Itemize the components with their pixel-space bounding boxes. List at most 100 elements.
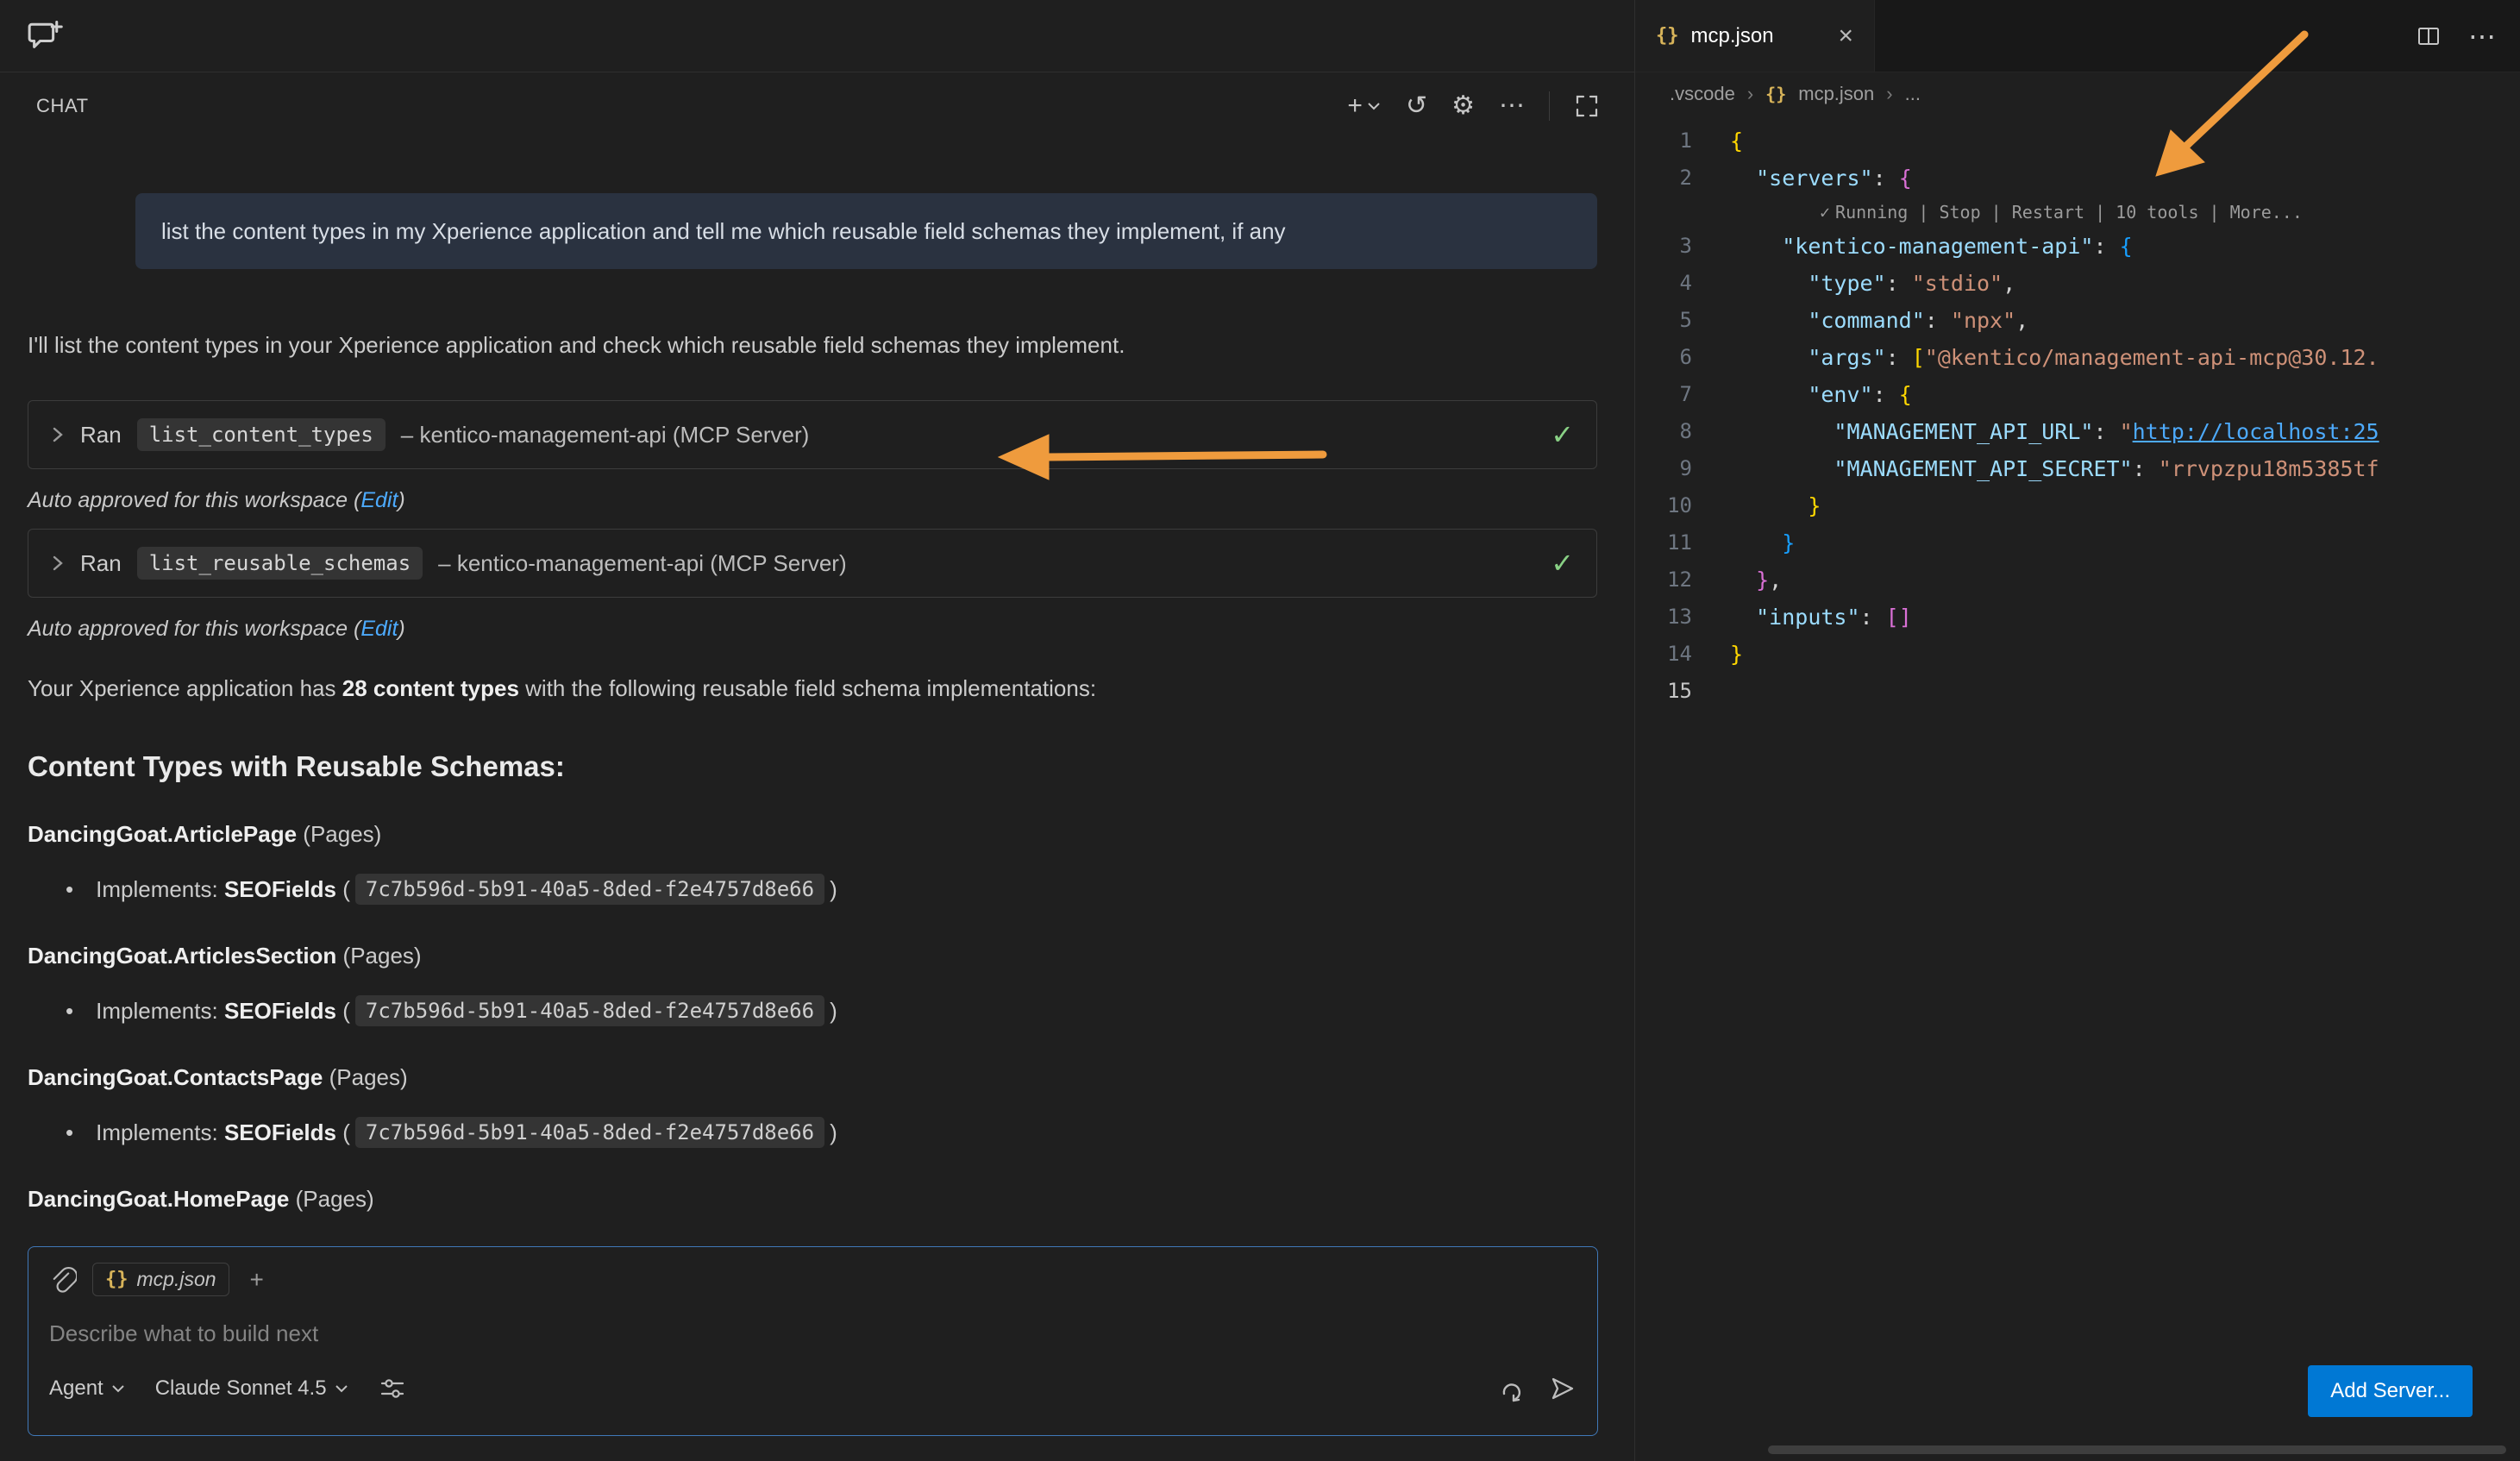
context-file-name: mcp.json	[137, 1268, 216, 1291]
paren: (	[342, 998, 350, 1025]
assistant-message: I'll list the content types in your Xper…	[28, 329, 1597, 361]
json-file-icon: {}	[105, 1269, 129, 1290]
content-type-name: DancingGoat.HomePage (Pages)	[28, 1186, 1597, 1213]
success-check-icon: ✓	[1551, 547, 1574, 580]
chevron-down-icon	[334, 1382, 349, 1395]
auto-approved-close: )	[398, 488, 404, 512]
auto-approved-close: )	[398, 617, 404, 641]
code-line[interactable]: 12 },	[1635, 561, 2520, 599]
split-editor-icon[interactable]	[2415, 22, 2442, 50]
editor-group-strip	[0, 0, 1634, 72]
tool-server: – kentico-management-api (MCP Server)	[401, 422, 809, 448]
code-line[interactable]: 15	[1635, 673, 2520, 710]
context-file-chip[interactable]: {} mcp.json	[92, 1263, 229, 1296]
chevron-down-icon	[110, 1382, 126, 1395]
gear-icon[interactable]: ⚙	[1451, 93, 1475, 119]
code-line[interactable]: 10 }	[1635, 487, 2520, 524]
breadcrumb-separator: ›	[1886, 83, 1892, 105]
breadcrumb-file[interactable]: mcp.json	[1798, 83, 1874, 105]
model-label: Claude Sonnet 4.5	[155, 1376, 327, 1401]
maximize-panel-icon[interactable]	[1574, 93, 1600, 119]
content-type-name: DancingGoat.ArticlePage (Pages)	[28, 821, 1597, 848]
auto-approved-text: Auto approved for this workspace (	[28, 488, 360, 512]
code-line[interactable]: 8 "MANAGEMENT_API_URL": "http://localhos…	[1635, 413, 2520, 450]
input-controls: Agent Claude Sonnet 4.5	[49, 1375, 1577, 1402]
paren: )	[830, 1119, 837, 1146]
code-line[interactable]: 1{	[1635, 122, 2520, 160]
auto-approved-text: Auto approved for this workspace (	[28, 617, 360, 641]
auto-approved-note: Auto approved for this workspace (Edit)	[28, 488, 1597, 513]
edit-approval-link[interactable]: Edit	[360, 488, 398, 512]
content-type-kind: (Pages)	[289, 1186, 373, 1212]
implements-row: • Implements: SEOFields (7c7b596d-5b91-4…	[28, 995, 1597, 1026]
more-actions-icon[interactable]: ⋯	[1499, 93, 1525, 119]
toolbar-divider	[1549, 91, 1550, 121]
content-type-id: DancingGoat.ArticlesSection	[28, 943, 336, 969]
new-chat-button[interactable]: +	[1347, 93, 1382, 119]
implements-row: • Implements: SEOFields (7c7b596d-5b91-4…	[28, 874, 1597, 905]
paren: )	[830, 876, 837, 903]
tool-name: list_reusable_schemas	[137, 547, 423, 580]
breadcrumb-separator: ›	[1747, 83, 1753, 105]
history-icon[interactable]: ↺	[1406, 93, 1427, 119]
paperclip-icon[interactable]	[49, 1266, 77, 1294]
voice-icon[interactable]	[1497, 1375, 1526, 1402]
tool-call-row[interactable]: Ran list_reusable_schemas – kentico-mana…	[28, 529, 1597, 598]
new-chat-icon[interactable]	[26, 17, 64, 55]
summary-post: with the following reusable field schema…	[519, 675, 1096, 701]
breadcrumb-folder[interactable]: .vscode	[1670, 83, 1735, 105]
implements-label: Implements:	[96, 876, 218, 903]
tools-icon[interactable]	[379, 1375, 406, 1402]
breadcrumb-more[interactable]: ...	[1905, 83, 1921, 105]
summary-text: Your Xperience application has 28 conten…	[28, 673, 1597, 704]
schema-name: SEOFields	[224, 876, 336, 903]
code-line[interactable]: 14}	[1635, 636, 2520, 673]
section-heading: Content Types with Reusable Schemas:	[28, 750, 1597, 783]
chat-transcript: list the content types in my Xperience a…	[0, 193, 1634, 1213]
code-line[interactable]: 13 "inputs": []	[1635, 599, 2520, 636]
breadcrumb[interactable]: .vscode › {} mcp.json › ...	[1635, 72, 2520, 116]
tool-server: – kentico-management-api (MCP Server)	[438, 550, 846, 577]
mode-picker[interactable]: Agent	[49, 1376, 126, 1401]
code-line[interactable]: 2 "servers": {	[1635, 160, 2520, 197]
editor-panel: {} mcp.json × ⋯ .vscode › {} mcp.json › …	[1635, 0, 2520, 1461]
close-tab-icon[interactable]: ×	[1838, 22, 1853, 51]
tool-call-prefix: Ran	[80, 422, 122, 448]
content-type-name: DancingGoat.ContactsPage (Pages)	[28, 1064, 1597, 1091]
tool-call-row[interactable]: Ran list_content_types – kentico-managem…	[28, 400, 1597, 469]
model-picker[interactable]: Claude Sonnet 4.5	[155, 1376, 349, 1401]
json-file-icon: {}	[1765, 84, 1786, 104]
send-icon[interactable]	[1549, 1375, 1577, 1402]
code-line[interactable]: 6 "args": ["@kentico/management-api-mcp@…	[1635, 339, 2520, 376]
horizontal-scrollbar[interactable]	[1768, 1445, 2506, 1454]
code-line[interactable]: 3 "kentico-management-api": {	[1635, 228, 2520, 265]
more-actions-icon[interactable]: ⋯	[2468, 20, 2496, 53]
schema-guid: 7c7b596d-5b91-40a5-8ded-f2e4757d8e66	[355, 995, 824, 1026]
codelens[interactable]: ✓Running | Stop | Restart | 10 tools | M…	[1635, 197, 2520, 228]
code-line[interactable]: 7 "env": {	[1635, 376, 2520, 413]
implements-label: Implements:	[96, 1119, 218, 1146]
paren: (	[342, 876, 350, 903]
code-line[interactable]: 4 "type": "stdio",	[1635, 265, 2520, 302]
chat-input-box[interactable]: {} mcp.json + Describe what to build nex…	[28, 1246, 1598, 1436]
code-lines: 1{2 "servers": {✓Running | Stop | Restar…	[1635, 122, 2520, 710]
mode-label: Agent	[49, 1376, 103, 1401]
success-check-icon: ✓	[1551, 418, 1574, 451]
code-line[interactable]: 5 "command": "npx",	[1635, 302, 2520, 339]
content-type-id: DancingGoat.HomePage	[28, 1186, 289, 1212]
code-line[interactable]: 11 }	[1635, 524, 2520, 561]
chat-header: CHAT + ↺ ⚙ ⋯	[0, 72, 1634, 140]
tool-call-prefix: Ran	[80, 550, 122, 577]
implements-row: • Implements: SEOFields (7c7b596d-5b91-4…	[28, 1117, 1597, 1148]
code-line[interactable]: 9 "MANAGEMENT_API_SECRET": "rrvpzpu18m53…	[1635, 450, 2520, 487]
add-context-button[interactable]: +	[245, 1268, 269, 1292]
plus-icon: +	[1347, 93, 1363, 119]
edit-approval-link[interactable]: Edit	[360, 617, 398, 641]
json-file-icon: {}	[1656, 25, 1679, 47]
schema-name: SEOFields	[224, 1119, 336, 1146]
chat-input-placeholder[interactable]: Describe what to build next	[49, 1320, 1577, 1347]
chevron-down-icon	[1366, 99, 1382, 113]
chevron-right-icon	[51, 425, 65, 444]
tab-mcp-json[interactable]: {} mcp.json ×	[1635, 0, 1875, 72]
add-server-button[interactable]: Add Server...	[2308, 1365, 2473, 1417]
